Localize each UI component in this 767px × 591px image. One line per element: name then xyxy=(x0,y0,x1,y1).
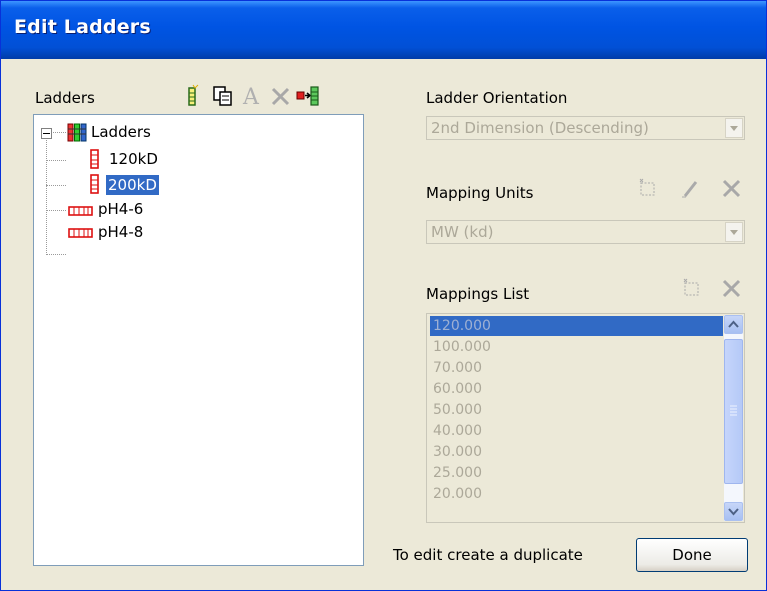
horizontal-ladder-icon xyxy=(68,225,94,239)
tree-item-120kd[interactable]: 120kD xyxy=(107,149,160,169)
units-label: Mapping Units xyxy=(426,184,534,202)
units-select[interactable]: MW (kd) xyxy=(426,220,745,244)
ladders-folder-icon xyxy=(67,121,87,143)
list-item[interactable]: 25.000 xyxy=(430,463,723,483)
svg-text:A: A xyxy=(242,85,260,108)
tree-connector xyxy=(46,185,66,186)
delete-icon[interactable] xyxy=(269,84,293,108)
orientation-select[interactable]: 2nd Dimension (Descending) xyxy=(426,116,745,140)
tree-root-label[interactable]: Ladders xyxy=(89,122,153,142)
tree-connector xyxy=(46,160,66,161)
units-value: MW (kd) xyxy=(431,223,494,241)
new-mapping-icon[interactable] xyxy=(680,276,704,300)
list-item[interactable]: 120.000 xyxy=(430,316,723,336)
copy-icon[interactable] xyxy=(211,84,235,108)
mappings-scrollbar[interactable] xyxy=(724,315,743,521)
tree-connector xyxy=(51,132,66,133)
tree-connector xyxy=(46,210,66,211)
done-button[interactable]: Done xyxy=(636,538,748,572)
delete-mapping-icon[interactable] xyxy=(720,276,744,300)
rename-icon[interactable]: A xyxy=(240,84,264,110)
edit-hint-text: To edit create a duplicate xyxy=(393,546,583,564)
list-item[interactable]: 30.000 xyxy=(430,442,723,462)
tree-connector xyxy=(46,254,66,255)
ladders-label: Ladders xyxy=(35,89,95,107)
horizontal-ladder-icon xyxy=(68,203,94,217)
ladder-export-icon[interactable] xyxy=(296,84,320,108)
edit-pencil-icon[interactable] xyxy=(679,176,703,200)
orientation-value: 2nd Dimension (Descending) xyxy=(431,119,649,137)
edit-ladders-dialog: Edit Ladders Ladders A Ladders 120kD 200… xyxy=(0,0,767,591)
mappings-list[interactable]: 120.000 100.000 70.000 60.000 50.000 40.… xyxy=(426,313,745,523)
tree-item-200kd[interactable]: 200kD xyxy=(105,174,160,196)
orientation-label: Ladder Orientation xyxy=(426,89,568,107)
tree-item-ph4-6[interactable]: pH4-6 xyxy=(96,199,145,219)
collapse-toggle[interactable] xyxy=(41,128,52,139)
list-item[interactable]: 60.000 xyxy=(430,379,723,399)
title-bar[interactable]: Edit Ladders xyxy=(1,1,766,59)
scroll-thumb[interactable] xyxy=(724,339,743,484)
vertical-ladder-icon xyxy=(89,173,101,195)
list-item[interactable]: 20.000 xyxy=(430,484,723,504)
scroll-up-button[interactable] xyxy=(724,315,743,334)
delete-unit-icon[interactable] xyxy=(720,176,744,200)
mappings-label: Mappings List xyxy=(426,285,530,303)
list-item[interactable]: 40.000 xyxy=(430,421,723,441)
ladders-tree[interactable]: Ladders 120kD 200kD pH4-6 pH4-8 xyxy=(33,114,364,566)
scroll-down-button[interactable] xyxy=(724,502,743,521)
chevron-down-icon[interactable] xyxy=(725,222,743,242)
tree-connector xyxy=(46,137,47,255)
ladder-add-icon[interactable] xyxy=(181,84,205,108)
list-item[interactable]: 50.000 xyxy=(430,400,723,420)
list-item[interactable]: 70.000 xyxy=(430,358,723,378)
window-title: Edit Ladders xyxy=(14,16,151,38)
chevron-down-icon[interactable] xyxy=(725,118,743,138)
list-item[interactable]: 100.000 xyxy=(430,337,723,357)
tree-item-ph4-8[interactable]: pH4-8 xyxy=(96,222,145,242)
vertical-ladder-icon xyxy=(89,148,101,170)
new-mapping-unit-icon[interactable] xyxy=(636,176,660,200)
